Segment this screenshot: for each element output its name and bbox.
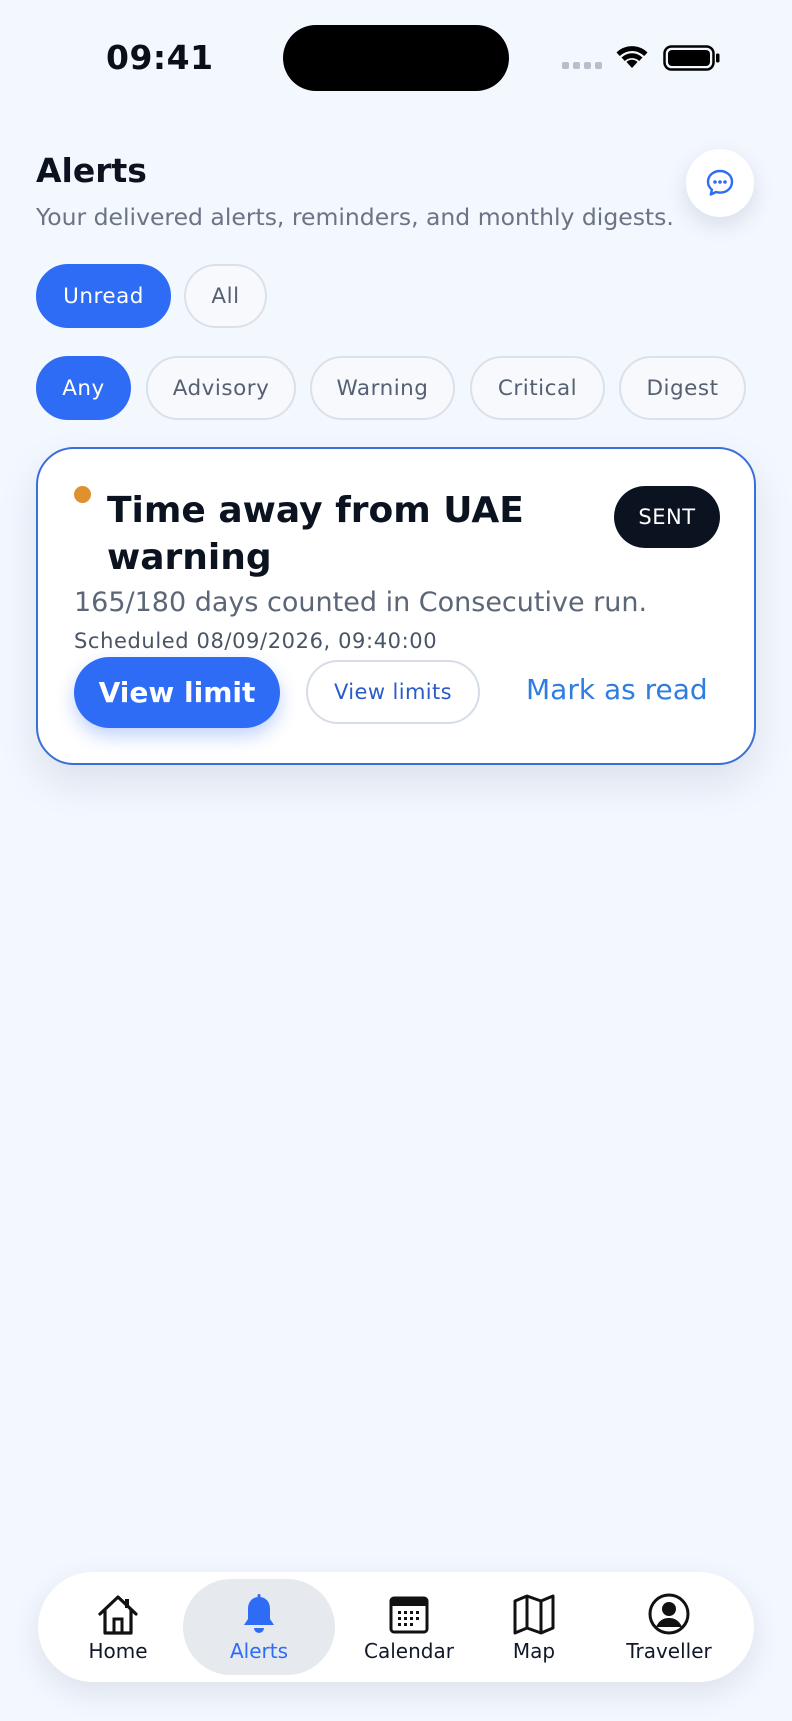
nav-label-traveller: Traveller bbox=[626, 1639, 712, 1663]
severity-indicator bbox=[74, 486, 91, 503]
alert-scheduled-time: Scheduled 08/09/2026, 09:40:00 bbox=[74, 629, 438, 653]
severity-advisory-chip[interactable]: Advisory bbox=[146, 356, 296, 420]
nav-item-traveller[interactable]: Traveller bbox=[609, 1572, 729, 1682]
severity-digest-chip[interactable]: Digest bbox=[619, 356, 746, 420]
severity-any-chip[interactable]: Any bbox=[36, 356, 131, 420]
nav-label-calendar: Calendar bbox=[364, 1639, 454, 1663]
map-icon bbox=[513, 1594, 555, 1635]
nav-item-alerts[interactable]: Alerts bbox=[183, 1579, 335, 1675]
battery-icon bbox=[663, 45, 720, 71]
nav-item-calendar[interactable]: Calendar bbox=[344, 1572, 474, 1682]
filter-unread-chip[interactable]: Unread bbox=[36, 264, 171, 328]
nav-item-map[interactable]: Map bbox=[484, 1572, 584, 1682]
nav-label-home: Home bbox=[88, 1639, 148, 1663]
status-badge: SENT bbox=[614, 486, 720, 548]
chat-bubble-icon bbox=[706, 169, 734, 196]
calendar-icon bbox=[389, 1596, 429, 1634]
alert-body: 165/180 days counted in Consecutive run. bbox=[74, 587, 648, 618]
person-icon bbox=[648, 1593, 690, 1635]
bottom-nav: Home Alerts Calendar Map Traveller bbox=[38, 1572, 754, 1682]
nav-label-map: Map bbox=[512, 1639, 556, 1663]
status-bar: 09:41 bbox=[0, 0, 792, 110]
view-limits-button[interactable]: View limits bbox=[306, 660, 480, 724]
nav-item-home[interactable]: Home bbox=[68, 1572, 168, 1682]
severity-warning-chip[interactable]: Warning bbox=[310, 356, 455, 420]
view-limit-button[interactable]: View limit bbox=[74, 657, 280, 728]
status-time: 09:41 bbox=[106, 38, 214, 77]
dynamic-island bbox=[283, 25, 509, 91]
wifi-icon bbox=[616, 46, 648, 68]
filter-all-chip[interactable]: All bbox=[184, 264, 267, 328]
home-icon bbox=[98, 1595, 138, 1635]
chat-button[interactable] bbox=[686, 149, 754, 217]
severity-critical-chip[interactable]: Critical bbox=[470, 356, 605, 420]
mark-as-read-link[interactable]: Mark as read bbox=[526, 673, 708, 706]
alert-card[interactable]: Time away from UAE warning SENT 165/180 … bbox=[36, 447, 756, 765]
bell-icon bbox=[244, 1594, 274, 1633]
alert-title: Time away from UAE warning bbox=[107, 490, 524, 578]
nav-label-alerts: Alerts bbox=[229, 1639, 289, 1663]
page-title: Alerts bbox=[36, 151, 147, 190]
page-subtitle: Your delivered alerts, reminders, and mo… bbox=[36, 203, 674, 231]
cellular-signal-icon bbox=[562, 62, 602, 69]
